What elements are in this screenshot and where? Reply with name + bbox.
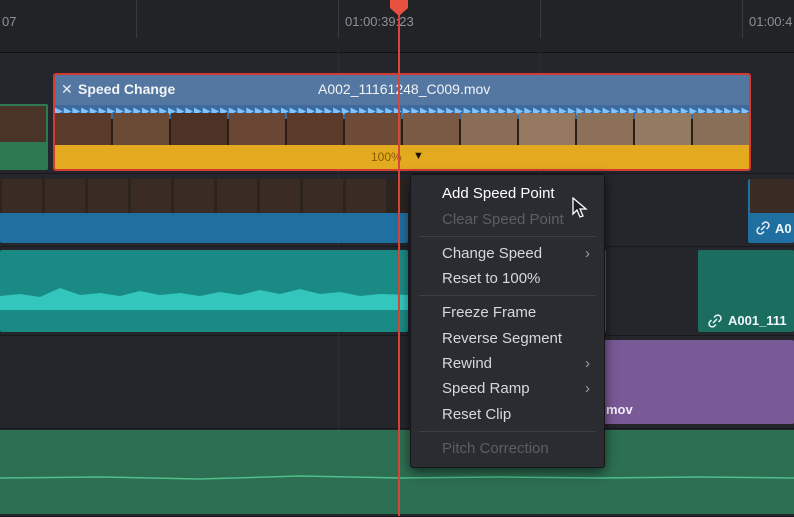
chevron-right-icon: › <box>585 245 590 262</box>
menu-item-label: Reverse Segment <box>442 330 563 347</box>
video-clip[interactable] <box>0 179 408 243</box>
thumbnail-frame <box>303 179 343 213</box>
menu-item-label: Clear Speed Point <box>442 211 564 228</box>
clip-name: A002_11161248_C009.mov <box>318 81 491 97</box>
menu-item-label: Rewind <box>442 355 493 372</box>
audio-waveform <box>0 288 408 310</box>
thumbnail-frame <box>345 113 401 145</box>
menu-item-reverse-segment[interactable]: Reverse Segment <box>411 327 604 351</box>
menu-separator <box>419 295 596 296</box>
thumbnail-frame <box>693 113 749 145</box>
thumbnail-frame <box>750 179 794 213</box>
ruler-timecode: 01:00:4 <box>749 14 793 29</box>
menu-item-reset-clip[interactable]: Reset Clip <box>411 403 604 427</box>
clip-thumbnail-strip: ▶▶▶▶▶▶▶▶▶▶▶▶▶▶▶▶▶▶▶▶▶▶▶▶▶▶▶▶▶▶▶▶▶▶▶▶▶▶▶▶… <box>55 105 749 145</box>
thumbnail-frame <box>403 113 459 145</box>
ruler-timecode-current: 01:00:39:23 <box>345 14 414 29</box>
thumbnail-frame <box>55 113 111 145</box>
thumbnail-frame <box>635 113 691 145</box>
speed-dropdown-icon[interactable]: ▼ <box>413 150 424 162</box>
menu-item-rewind[interactable]: Rewind › <box>411 352 604 376</box>
audio-clip[interactable] <box>0 250 408 332</box>
clip-label: mov <box>606 402 633 417</box>
thumbnail-frame <box>174 179 214 213</box>
ruler-major-tick <box>540 0 541 38</box>
thumbnail-frame <box>346 179 386 213</box>
ruler-major-tick <box>136 0 137 38</box>
menu-item-label: Pitch Correction <box>442 440 549 457</box>
speed-change-clip[interactable]: ✕ Speed Change A002_11161248_C009.mov ▶▶… <box>53 73 751 171</box>
video-clip-right[interactable]: A0 <box>748 179 794 243</box>
ruler-timecode: 07 <box>2 14 17 29</box>
thumbnail-frame <box>171 113 227 145</box>
thumbnail-frame <box>260 179 300 213</box>
thumbnail-frame <box>461 113 517 145</box>
link-icon <box>756 221 770 238</box>
speed-change-label: Speed Change <box>78 81 176 97</box>
playhead-line[interactable] <box>398 0 400 516</box>
audio-clip-long[interactable] <box>0 430 794 514</box>
thumbnail-frame <box>287 113 343 145</box>
thumbnail-frame <box>88 179 128 213</box>
thumbnail-frame <box>229 113 285 145</box>
menu-item-label: Speed Ramp <box>442 380 530 397</box>
menu-item-reset-to-100[interactable]: Reset to 100% <box>411 267 604 291</box>
menu-separator <box>419 431 596 432</box>
clip-thumbnail <box>0 106 46 142</box>
menu-item-label: Reset to 100% <box>442 270 541 287</box>
menu-item-label: Change Speed <box>442 245 543 262</box>
menu-separator <box>419 236 596 237</box>
clip-label: A0 <box>775 221 792 236</box>
thumbnail-frame <box>577 113 633 145</box>
menu-item-freeze-frame[interactable]: Freeze Frame <box>411 301 604 325</box>
retime-bar[interactable]: 100% ▼ <box>55 145 749 169</box>
thumbnail-frame <box>131 179 171 213</box>
audio-waveform <box>0 475 794 480</box>
close-icon[interactable]: ✕ <box>61 81 73 98</box>
chevron-right-icon: › <box>585 380 590 397</box>
mouse-pointer-icon <box>572 196 588 224</box>
menu-item-speed-ramp[interactable]: Speed Ramp › <box>411 377 604 401</box>
link-icon <box>708 314 722 332</box>
playhead-marker-icon[interactable] <box>390 0 408 16</box>
clip-header: ✕ Speed Change A002_11161248_C009.mov <box>55 75 749 105</box>
menu-item-label: Add Speed Point <box>442 185 555 202</box>
thumbnail-frame <box>217 179 257 213</box>
menu-item-change-speed[interactable]: Change Speed › <box>411 242 604 266</box>
thumbnail-frame <box>2 179 42 213</box>
chevron-right-icon: › <box>585 355 590 372</box>
audio-clip-right[interactable]: A001_111 <box>698 250 794 332</box>
thumbnail-frame <box>113 113 169 145</box>
ruler-major-tick <box>338 0 339 38</box>
thumbnail-frame <box>519 113 575 145</box>
thumbnail-frame <box>45 179 85 213</box>
menu-item-label: Reset Clip <box>442 406 512 423</box>
menu-item-label: Freeze Frame <box>442 304 537 321</box>
ruler-major-tick <box>742 0 743 38</box>
clip-label: A001_111 <box>728 313 787 328</box>
clip-left-partial[interactable] <box>0 104 48 170</box>
menu-item-pitch-correction[interactable]: Pitch Correction <box>411 437 604 461</box>
